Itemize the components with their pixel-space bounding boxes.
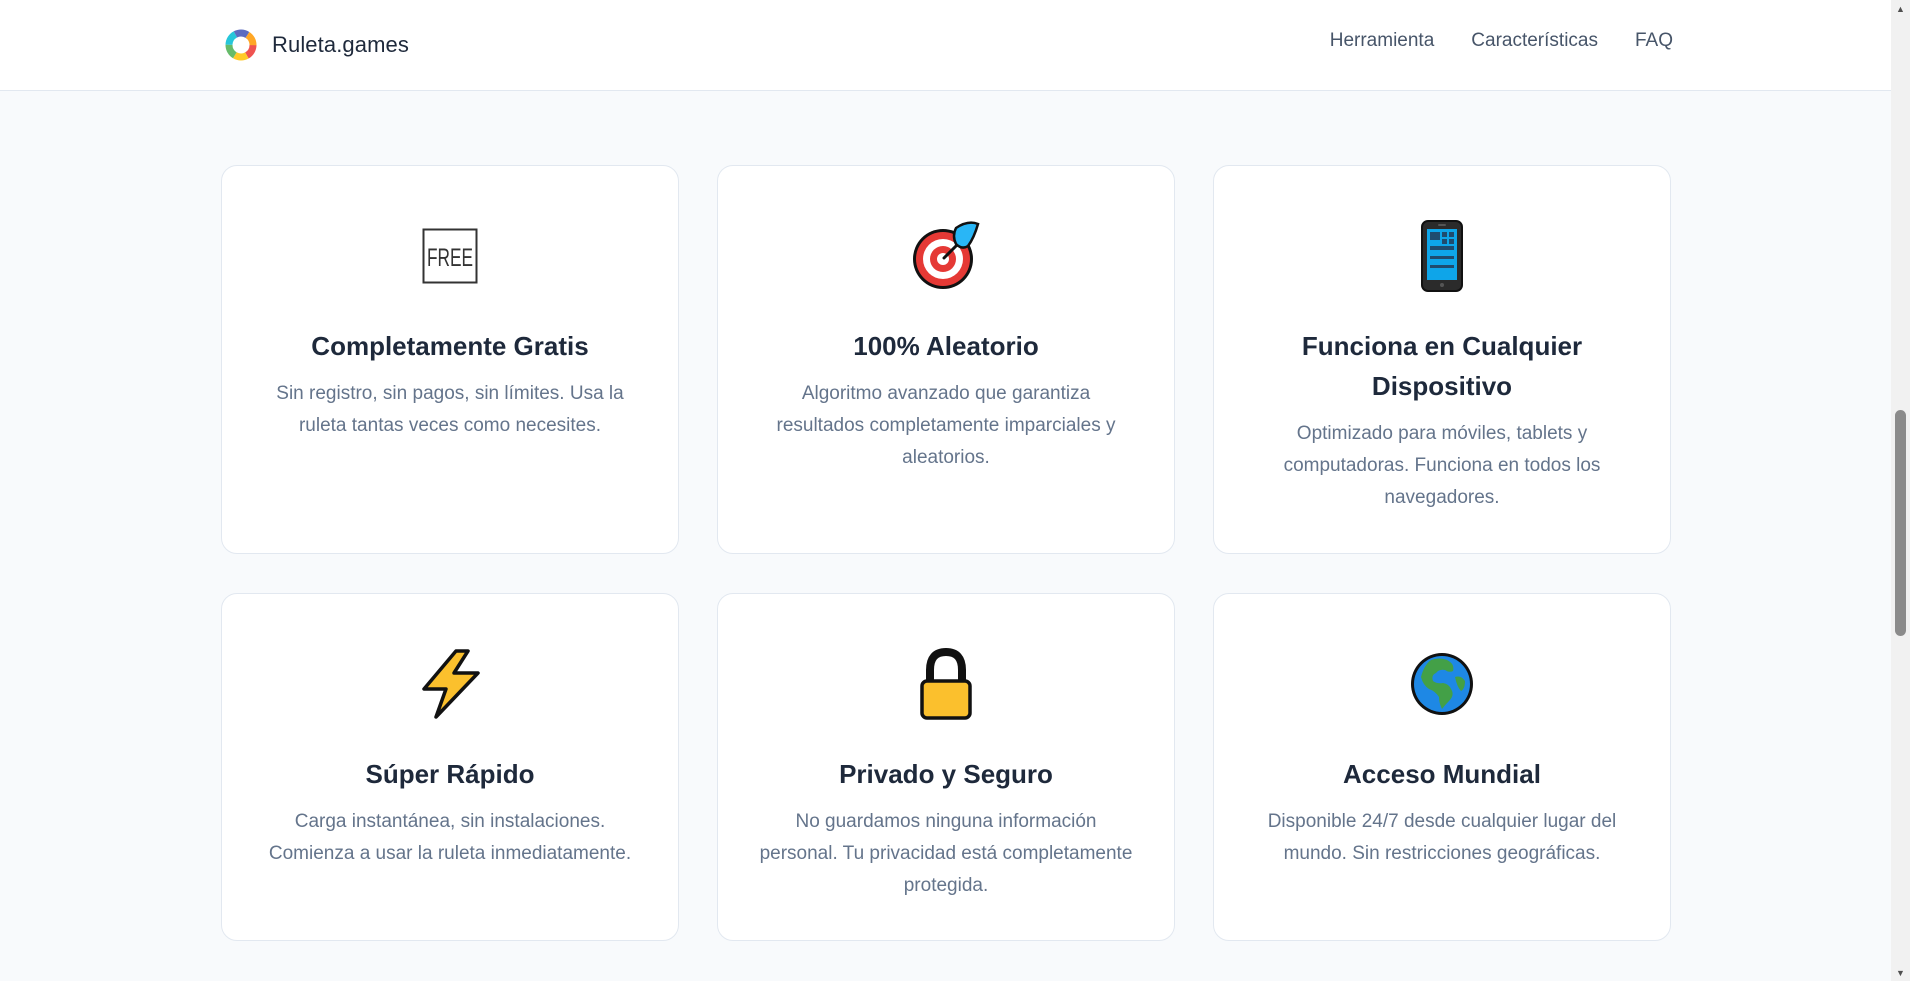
ruleta-logo-icon — [225, 29, 257, 61]
main-nav: Herramienta Características FAQ — [1330, 30, 1673, 52]
feature-icon-wrap — [1254, 220, 1630, 292]
brand-name: Ruleta.games — [272, 32, 409, 57]
scroll-up-arrow-icon[interactable]: ▲ — [1891, 0, 1910, 17]
site-header: Ruleta.games Herramienta Características… — [0, 0, 1891, 91]
feature-title: Acceso Mundial — [1343, 759, 1541, 789]
direct-hit-icon — [913, 221, 980, 289]
feature-title: Súper Rápido — [365, 759, 535, 789]
feature-card-worldwide: Acceso Mundial Disponible 24/7 desde cua… — [1213, 593, 1671, 941]
feature-title: Completamente Gratis — [311, 331, 589, 361]
feature-description: No guardamos ninguna información persona… — [759, 811, 1133, 896]
feature-description: Optimizado para móviles, tablets y compu… — [1283, 423, 1601, 508]
feature-icon-wrap — [758, 648, 1134, 720]
free-icon: FREE — [422, 228, 478, 284]
feature-title: Funciona en Cualquier Dispositivo — [1301, 331, 1583, 401]
nav-link-herramienta[interactable]: Herramienta — [1330, 30, 1435, 52]
brand-link[interactable]: Ruleta.games — [224, 28, 409, 62]
feature-card-random: 100% Aleatorio Algoritmo avanzado que ga… — [717, 165, 1175, 554]
scrollbar-thumb[interactable] — [1895, 410, 1906, 636]
feature-card-fast: Súper Rápido Carga instantánea, sin inst… — [221, 593, 679, 941]
globe-icon — [1411, 653, 1473, 715]
feature-description: Algoritmo avanzado que garantiza resulta… — [776, 383, 1116, 468]
feature-description: Sin registro, sin pagos, sin límites. Us… — [276, 383, 624, 436]
feature-icon-wrap — [262, 649, 638, 719]
lightning-icon — [422, 649, 480, 719]
svg-text:FREE: FREE — [427, 244, 473, 272]
mobile-phone-icon — [1421, 220, 1463, 292]
features-grid: FREE Completamente Gratis Sin registro, … — [221, 165, 1672, 941]
feature-description: Carga instantánea, sin instalaciones. Co… — [268, 811, 632, 864]
scroll-down-arrow-icon[interactable]: ▼ — [1891, 964, 1910, 981]
feature-icon-wrap — [1254, 649, 1630, 719]
feature-title: Privado y Seguro — [839, 759, 1053, 789]
nav-link-caracteristicas[interactable]: Características — [1471, 30, 1598, 52]
feature-title: 100% Aleatorio — [853, 331, 1039, 361]
feature-card-free: FREE Completamente Gratis Sin registro, … — [221, 165, 679, 554]
feature-icon-wrap — [758, 221, 1134, 291]
feature-icon-wrap: FREE — [262, 221, 638, 291]
feature-description: Disponible 24/7 desde cualquier lugar de… — [1267, 811, 1617, 864]
page-scrollbar[interactable]: ▲ ▼ — [1891, 0, 1910, 981]
feature-card-private: Privado y Seguro No guardamos ninguna in… — [717, 593, 1175, 941]
nav-link-faq[interactable]: FAQ — [1635, 30, 1673, 52]
feature-card-device: Funciona en Cualquier Dispositivo Optimi… — [1213, 165, 1671, 554]
lock-icon — [920, 648, 972, 720]
